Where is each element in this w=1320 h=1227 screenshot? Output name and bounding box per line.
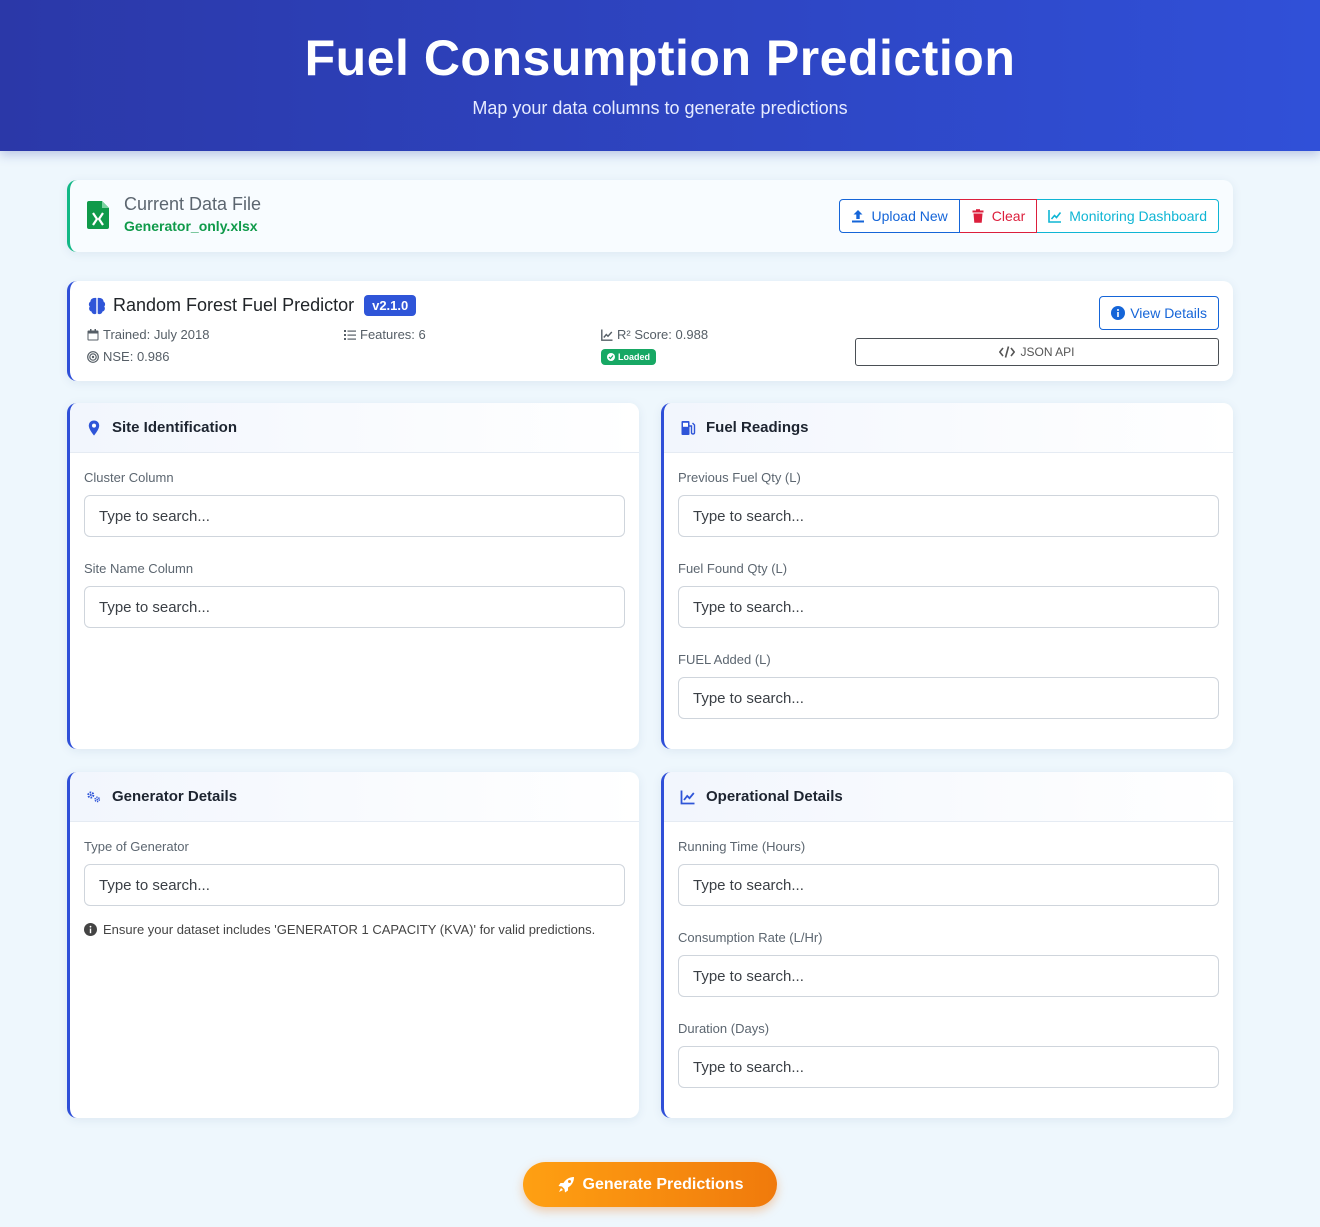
- generator-details-section: Generator Details Type of Generator Ensu…: [67, 772, 639, 1118]
- previous-fuel-qty-label: Previous Fuel Qty (L): [678, 470, 801, 485]
- page-subtitle: Map your data columns to generate predic…: [472, 98, 848, 118]
- clear-button[interactable]: Clear: [959, 199, 1038, 233]
- current-file-name: Generator_only.xlsx: [124, 218, 258, 234]
- cluster-column-label: Cluster Column: [84, 470, 174, 485]
- chart-line-icon: [601, 329, 613, 341]
- generate-predictions-label: Generate Predictions: [582, 1175, 744, 1193]
- generator-note-text: Ensure your dataset includes 'GENERATOR …: [103, 922, 596, 937]
- section-header: Site Identification: [70, 403, 639, 453]
- cluster-column-input[interactable]: [84, 495, 625, 537]
- info-icon: [1111, 306, 1126, 320]
- fuel-found-qty-input[interactable]: [678, 586, 1219, 628]
- page-header: Fuel Consumption Prediction Map your dat…: [0, 0, 1320, 151]
- site-name-column-input[interactable]: [84, 586, 625, 628]
- features-text: Features: 6: [360, 327, 426, 342]
- monitoring-dashboard-label: Monitoring Dashboard: [1069, 208, 1207, 224]
- view-details-button[interactable]: View Details: [1099, 296, 1219, 330]
- page-title: Fuel Consumption Prediction: [304, 30, 1016, 86]
- excel-file-icon: [87, 201, 109, 229]
- model-info-card: Random Forest Fuel Predictor v2.1.0 Trai…: [67, 281, 1233, 381]
- monitoring-dashboard-button[interactable]: Monitoring Dashboard: [1037, 199, 1219, 233]
- generate-predictions-button[interactable]: Generate Predictions: [523, 1162, 777, 1207]
- section-header: Fuel Readings: [664, 403, 1233, 453]
- nse-score: NSE: 0.986: [87, 349, 170, 364]
- version-badge: v2.1.0: [364, 295, 417, 316]
- list-icon: [344, 329, 356, 340]
- view-details-label: View Details: [1130, 305, 1207, 321]
- map-marker-icon: [88, 420, 100, 435]
- json-api-label: JSON API: [1020, 345, 1075, 359]
- trash-icon: [972, 209, 984, 223]
- duration-days-input[interactable]: [678, 1046, 1219, 1088]
- info-icon: [84, 923, 97, 936]
- cogs-icon: [87, 790, 101, 802]
- target-icon: [87, 350, 99, 363]
- gas-pump-icon: [681, 420, 696, 435]
- upload-icon: [851, 210, 864, 223]
- generator-type-input[interactable]: [84, 864, 625, 906]
- chart-line-icon: [1048, 210, 1062, 223]
- fuel-added-input[interactable]: [678, 677, 1219, 719]
- running-time-input[interactable]: [678, 864, 1219, 906]
- status-badge: Loaded: [601, 349, 657, 365]
- current-file-card: Current Data File Generator_only.xlsx Up…: [67, 180, 1233, 252]
- check-circle-icon: [607, 353, 615, 361]
- r2-score: R² Score: 0.988: [601, 327, 708, 342]
- model-title: Random Forest Fuel Predictor v2.1.0: [87, 295, 417, 316]
- consumption-rate-input[interactable]: [678, 955, 1219, 997]
- section-title: Fuel Readings: [706, 419, 809, 436]
- operational-details-section: Operational Details Running Time (Hours)…: [661, 772, 1233, 1118]
- generator-note: Ensure your dataset includes 'GENERATOR …: [84, 922, 625, 937]
- fuel-found-qty-label: Fuel Found Qty (L): [678, 561, 788, 576]
- trained-text: Trained: July 2018: [103, 327, 210, 342]
- json-api-button[interactable]: JSON API: [855, 338, 1219, 366]
- clear-label: Clear: [991, 208, 1026, 224]
- brain-icon: [88, 297, 106, 314]
- upload-new-button[interactable]: Upload New: [838, 199, 960, 233]
- section-title: Operational Details: [706, 788, 843, 805]
- site-name-column-label: Site Name Column: [84, 561, 194, 576]
- consumption-rate-label: Consumption Rate (L/Hr): [678, 930, 823, 945]
- upload-new-label: Upload New: [871, 208, 948, 224]
- r2-text: R² Score: 0.988: [617, 327, 709, 342]
- fuel-readings-section: Fuel Readings Previous Fuel Qty (L) Fuel…: [661, 403, 1233, 749]
- generator-type-label: Type of Generator: [84, 839, 189, 854]
- duration-days-label: Duration (Days): [678, 1021, 770, 1036]
- fuel-added-label: FUEL Added (L): [678, 652, 771, 667]
- running-time-label: Running Time (Hours): [678, 839, 806, 854]
- model-name: Random Forest Fuel Predictor: [113, 295, 355, 315]
- section-title: Generator Details: [112, 788, 238, 805]
- section-header: Operational Details: [664, 772, 1233, 822]
- site-identification-section: Site Identification Cluster Column Site …: [67, 403, 639, 749]
- section-header: Generator Details: [70, 772, 639, 822]
- chart-line-icon: [680, 790, 695, 804]
- nse-text: NSE: 0.986: [103, 349, 170, 364]
- section-title: Site Identification: [112, 419, 238, 436]
- feature-count: Features: 6: [344, 327, 426, 342]
- trained-date: Trained: July 2018: [87, 327, 209, 342]
- code-icon: [999, 346, 1016, 358]
- previous-fuel-qty-input[interactable]: [678, 495, 1219, 537]
- rocket-icon: [558, 1176, 574, 1192]
- calendar-icon: [87, 328, 99, 340]
- status-text: Loaded: [618, 352, 651, 362]
- file-actions: Upload New Clear Monitoring Dashboard: [838, 199, 1219, 233]
- current-file-title: Current Data File: [124, 194, 262, 214]
